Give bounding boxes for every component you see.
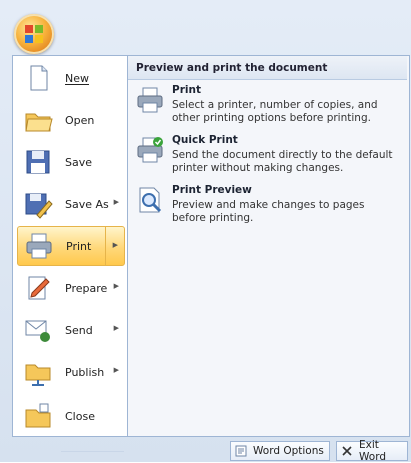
quick-print-icon: [137, 137, 163, 163]
menu-item-prepare[interactable]: Prepare ▶: [17, 268, 125, 308]
office-button[interactable]: [14, 14, 54, 54]
menu-item-close[interactable]: Close: [17, 396, 125, 436]
option-title: Print: [172, 84, 201, 96]
open-folder-icon: [25, 113, 53, 132]
menu-footer: Word Options Exit Word: [12, 436, 408, 463]
command-list: New Open Save Save As ▶ Print ▶ Prepare …: [12, 55, 128, 452]
submenu-arrow-icon: ▶: [113, 366, 119, 374]
submenu-arrow-icon: ▶: [112, 241, 118, 249]
option-description: Preview and make changes to pages before…: [172, 199, 365, 224]
office-logo-icon: [25, 25, 43, 43]
word-options-button[interactable]: Word Options: [230, 441, 330, 461]
submenu-header: Preview and print the document: [128, 56, 407, 80]
menu-item-new[interactable]: New: [17, 58, 125, 98]
save-disk-icon: [26, 150, 50, 174]
submenu-arrow-icon: ▶: [113, 198, 119, 206]
close-folder-icon: [25, 403, 51, 428]
option-title: Quick Print: [172, 134, 238, 146]
submenu-option-print-preview[interactable]: Print Preview Preview and make changes t…: [128, 184, 407, 232]
option-description: Send the document directly to the defaul…: [172, 149, 393, 174]
option-title: Print Preview: [172, 184, 252, 196]
submenu-option-print[interactable]: Print Select a printer, number of copies…: [128, 84, 407, 132]
printer-icon: [137, 87, 163, 113]
menu-item-print[interactable]: Print ▶: [17, 226, 125, 266]
menu-item-label: Print: [66, 239, 92, 253]
submenu-arrow-icon: ▶: [113, 282, 119, 290]
menu-item-label: Prepare: [65, 281, 108, 295]
menu-item-label: Save As: [65, 197, 109, 211]
menu-item-label: Send: [65, 323, 93, 337]
send-icon: [25, 320, 50, 342]
options-icon: [235, 445, 247, 457]
prepare-icon: [28, 276, 50, 300]
menu-item-label: Close: [65, 409, 95, 423]
menu-item-publish[interactable]: Publish ▶: [17, 352, 125, 392]
exit-word-label: Exit Word: [359, 439, 386, 463]
menu-item-label: New: [65, 71, 89, 85]
submenu-arrow-icon: ▶: [113, 324, 119, 332]
menu-item-label: Publish: [65, 365, 105, 379]
menu-item-label: Open: [65, 113, 95, 127]
exit-x-icon: [342, 446, 352, 456]
menu-item-save-as[interactable]: Save As ▶: [17, 184, 125, 224]
publish-icon: [25, 364, 51, 386]
print-submenu: Preview and print the document Print Sel…: [127, 55, 410, 437]
submenu-option-quick-print[interactable]: Quick Print Send the document directly t…: [128, 134, 407, 182]
option-description: Select a printer, number of copies, and …: [172, 99, 378, 124]
menu-item-label: Save: [65, 155, 93, 169]
save-as-icon: [25, 193, 53, 219]
menu-item-send[interactable]: Send ▶: [17, 310, 125, 350]
word-options-label: Word Options: [253, 445, 324, 457]
print-preview-icon: [139, 187, 162, 213]
exit-word-button[interactable]: Exit Word: [336, 439, 408, 463]
printer-icon: [26, 233, 52, 259]
menu-item-open[interactable]: Open: [17, 100, 125, 140]
office-menu: New Open Save Save As ▶ Print ▶ Prepare …: [0, 0, 411, 463]
menu-item-save[interactable]: Save: [17, 142, 125, 182]
new-document-icon: [30, 65, 48, 91]
